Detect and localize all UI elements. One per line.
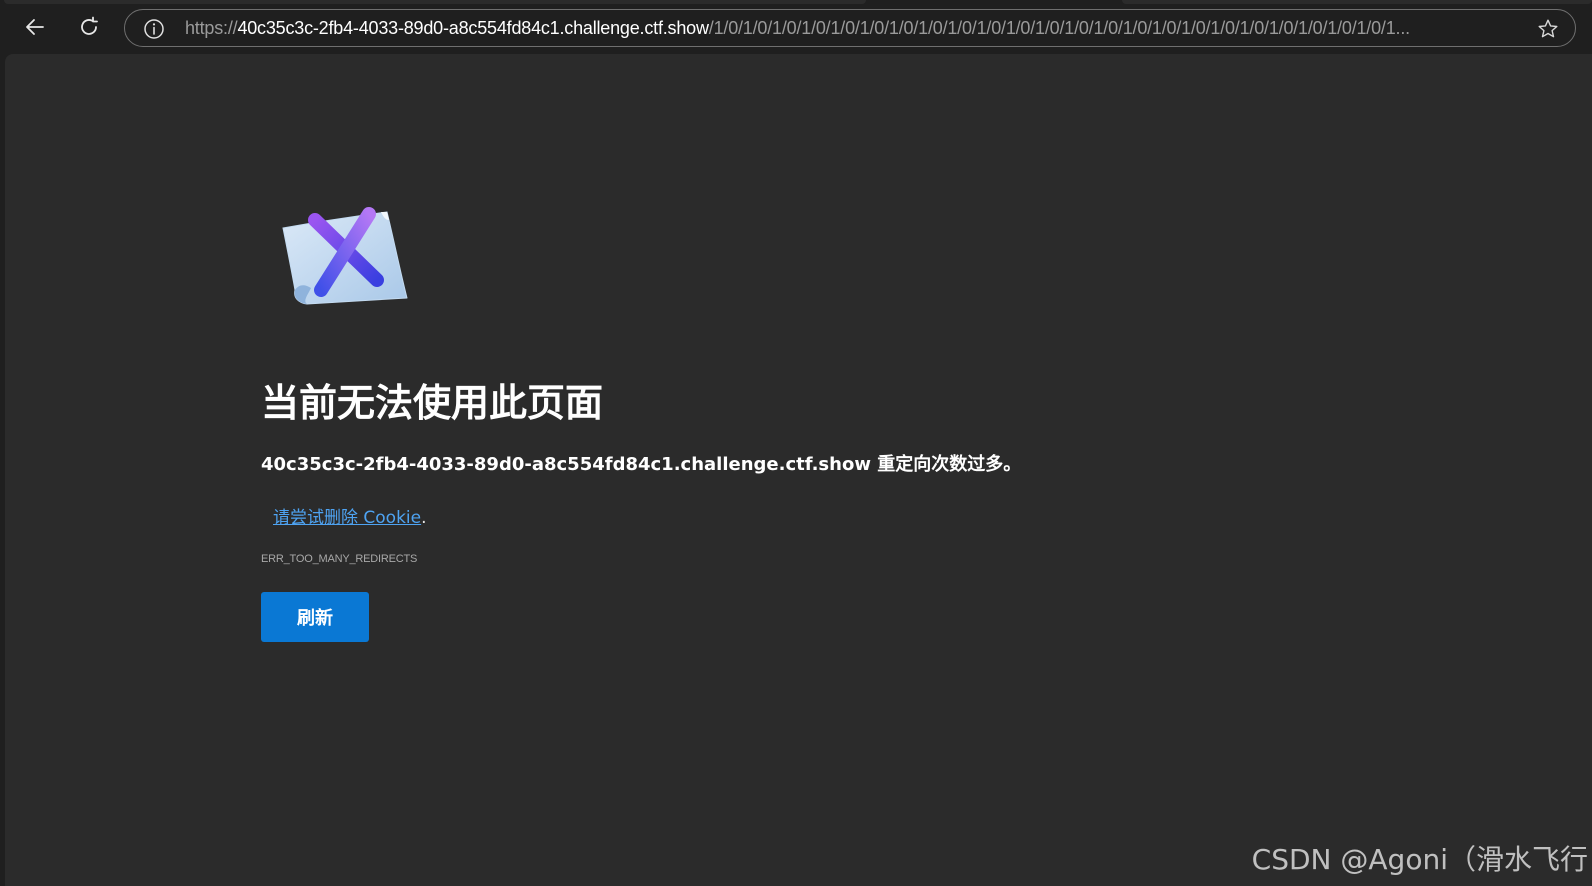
suggestion: 请尝试删除 Cookie. — [273, 503, 427, 528]
address-bar[interactable]: https://40c35c3c-2fb4-4033-89d0-a8c554fd… — [124, 9, 1576, 47]
tab-strip-edge — [4, 0, 866, 4]
suggestion-suffix: . — [421, 508, 427, 528]
watermark: CSDN @Agoni（滑水飞行 — [1251, 843, 1588, 876]
back-arrow-icon — [26, 19, 44, 35]
error-code: ERR_TOO_MANY_REDIRECTS — [261, 553, 418, 565]
reload-icon — [81, 16, 98, 35]
back-button[interactable] — [18, 10, 52, 44]
star-icon[interactable] — [1537, 18, 1559, 40]
url-text[interactable]: https://40c35c3c-2fb4-4033-89d0-a8c554fd… — [185, 10, 1509, 46]
url-host: 40c35c3c-2fb4-4033-89d0-a8c554fd84c1.cha… — [237, 18, 709, 38]
page-title: 当前无法使用此页面 — [261, 381, 604, 425]
tab-strip-edge — [1122, 0, 1592, 4]
url-path: /1/0/1/0/1/0/1/0/1/0/1/0/1/0/1/0/1/0/1/0… — [708, 18, 1410, 38]
page-content: 当前无法使用此页面 40c35c3c-2fb4-4033-89d0-a8c554… — [5, 54, 1592, 886]
refresh-button[interactable]: 刷新 — [261, 592, 369, 642]
reload-button[interactable] — [72, 10, 106, 44]
browser-toolbar: https://40c35c3c-2fb4-4033-89d0-a8c554fd… — [0, 0, 1592, 54]
error-document-x-icon — [282, 207, 408, 305]
url-scheme: https:// — [185, 18, 238, 38]
delete-cookies-link[interactable]: 请尝试删除 Cookie — [273, 508, 421, 528]
error-detail: 40c35c3c-2fb4-4033-89d0-a8c554fd84c1.cha… — [261, 454, 1022, 475]
info-icon[interactable] — [143, 18, 165, 40]
